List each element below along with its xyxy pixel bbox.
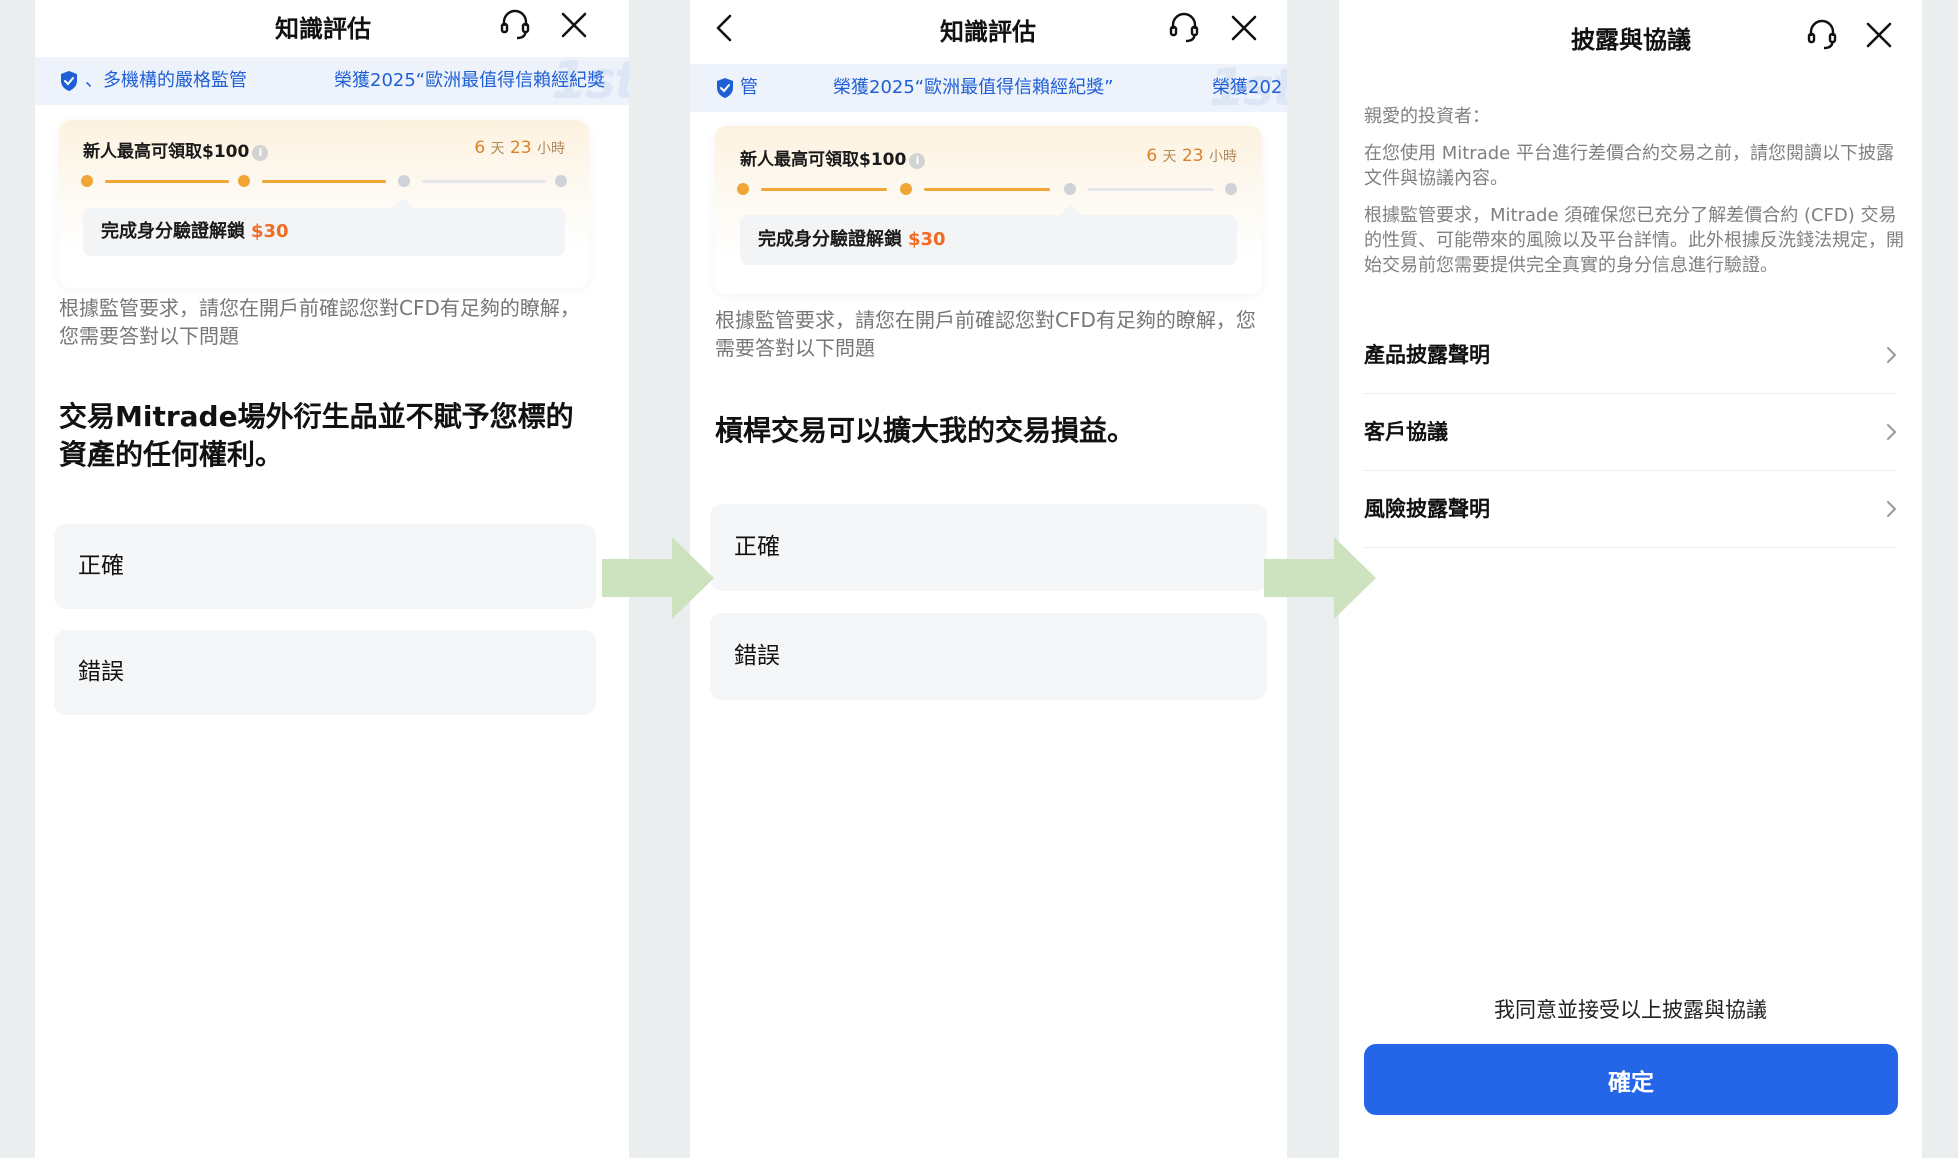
promo-title: 新人最高可領取$100 i — [740, 145, 926, 170]
option-false[interactable]: 錯誤 — [54, 630, 596, 715]
close-icon[interactable] — [1866, 22, 1892, 48]
close-icon[interactable] — [1231, 15, 1257, 41]
confirm-button[interactable]: 確定 — [1364, 1044, 1898, 1115]
close-icon[interactable] — [561, 12, 587, 38]
option-false[interactable]: 錯誤 — [710, 613, 1267, 700]
page-title: 披露與協議 — [1571, 26, 1691, 54]
menu-item-risk-disclosure[interactable]: 風險披露聲明 — [1364, 471, 1897, 548]
customer-service-icon[interactable] — [1806, 18, 1838, 52]
option-true[interactable]: 正確 — [710, 504, 1267, 591]
promo-progress-track — [737, 182, 1237, 196]
banner-text-award-next: 榮獲202 — [1212, 77, 1283, 98]
question-text: 槓桿交易可以擴大我的交易損益。 — [715, 414, 1136, 447]
question-text: 交易Mitrade場外衍生品並不賦予您標的資產的任何權利。 — [59, 400, 574, 471]
banner-text-award: 榮獲2025“歐洲最值得信賴經紀獎 — [334, 70, 606, 91]
shield-check-icon — [717, 78, 733, 98]
menu-item-product-disclosure[interactable]: 產品披露聲明 — [1364, 317, 1897, 394]
info-icon[interactable]: i — [252, 145, 269, 161]
chevron-right-icon — [1887, 501, 1897, 517]
page-title: 知識評估 — [275, 15, 371, 43]
regulation-banner[interactable]: 1st 、多機構的嚴格監管 榮獲2025“歐洲最值得信賴經紀獎 — [35, 57, 629, 105]
regulation-paragraph: 根據監管要求，Mitrade 須確保您已充分了解差價合約 (CFD) 交易的性質… — [1364, 205, 1904, 276]
new-user-promo-card[interactable]: 新人最高可領取$100 i 6 天 23 小時 完成身分驗證解鎖 $30 — [59, 120, 589, 288]
knowledge-assessment-screen-2: 知識評估 1st 管 榮獲2025“歐洲最值得信賴經紀獎” 榮獲202 新人最高… — [690, 0, 1287, 1158]
info-icon[interactable]: i — [909, 153, 926, 169]
regulation-banner[interactable]: 1st 管 榮獲2025“歐洲最值得信賴經紀獎” 榮獲202 — [690, 64, 1287, 112]
menu-item-client-agreement[interactable]: 客戶協議 — [1364, 394, 1897, 471]
unlock-task[interactable]: 完成身分驗證解鎖 $30 — [83, 198, 565, 256]
flow-arrow-right-icon — [602, 537, 714, 619]
promo-countdown: 6 天 23 小時 — [1146, 146, 1237, 166]
shield-check-icon — [61, 71, 77, 91]
option-true[interactable]: 正確 — [54, 524, 596, 609]
flow-arrow-right-icon — [1264, 537, 1376, 619]
chevron-right-icon — [1887, 347, 1897, 363]
unlock-task[interactable]: 完成身分驗證解鎖 $30 — [740, 205, 1237, 265]
back-arrow-icon[interactable] — [715, 14, 733, 42]
banner-text-award: 榮獲2025“歐洲最值得信賴經紀獎” — [833, 77, 1114, 98]
customer-service-icon[interactable] — [499, 8, 531, 42]
knowledge-assessment-screen-1: 知識評估 1st 、多機構的嚴格監管 榮獲2025“歐洲最值得信賴經紀獎 新人最… — [35, 0, 629, 1158]
assessment-description: 根據監管要求，請您在開戶前確認您對CFD有足夠的瞭解，您需要答對以下問題 — [59, 296, 580, 348]
new-user-promo-card[interactable]: 新人最高可領取$100 i 6 天 23 小時 完成身分驗證解鎖 $30 — [715, 126, 1262, 294]
banner-text-regulation: 管 — [740, 77, 758, 98]
promo-countdown: 6 天 23 小時 — [474, 138, 565, 158]
agreement-consent-text: 我同意並接受以上披露與協議 — [1494, 998, 1767, 1022]
disclosure-agreement-screen: 披露與協議 親愛的投資者： 在您使用 Mitrade 平台進行差價合約交易之前，… — [1339, 0, 1922, 1158]
page-title: 知識評估 — [940, 18, 1036, 46]
chevron-right-icon — [1887, 424, 1897, 440]
banner-text-regulation: 、多機構的嚴格監管 — [85, 70, 247, 91]
promo-title: 新人最高可領取$100 i — [83, 137, 269, 162]
customer-service-icon[interactable] — [1168, 11, 1200, 45]
assessment-description: 根據監管要求，請您在開戶前確認您對CFD有足夠的瞭解，您需要答對以下問題 — [715, 308, 1256, 360]
greeting-text: 親愛的投資者： — [1364, 106, 1490, 127]
promo-progress-track — [81, 174, 567, 188]
intro-paragraph: 在您使用 Mitrade 平台進行差價合約交易之前，請您閱讀以下披露文件與協議內… — [1364, 143, 1894, 189]
